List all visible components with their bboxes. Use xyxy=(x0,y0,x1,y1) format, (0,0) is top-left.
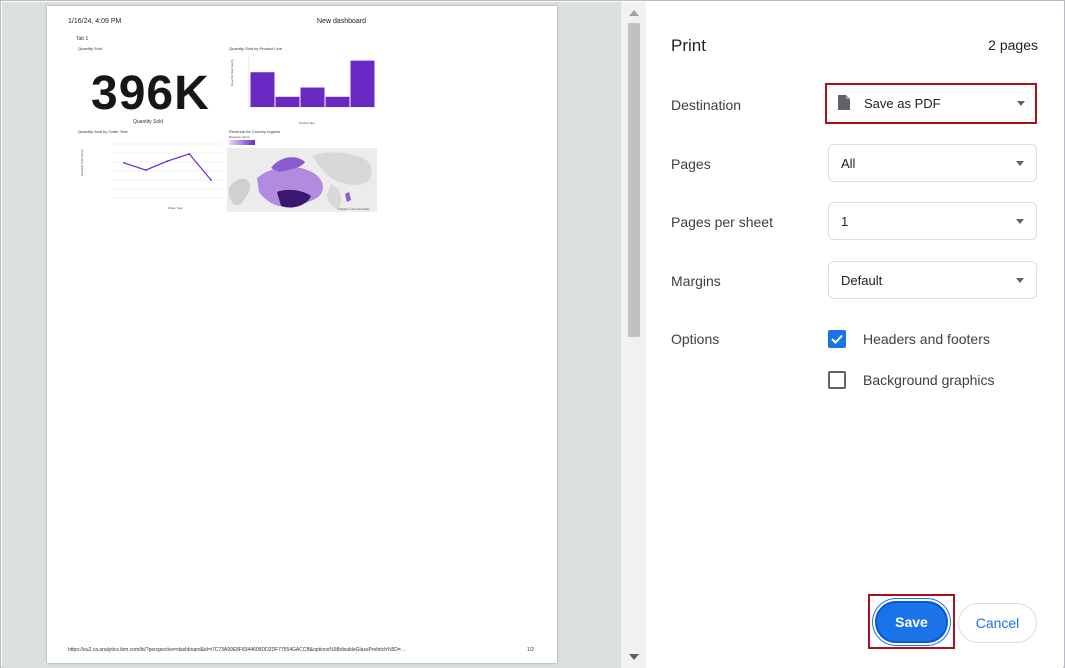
print-settings-panel: Print 2 pages Destination Save as PDF Pa… xyxy=(646,2,1063,668)
preview-header-title: New dashboard xyxy=(317,18,367,25)
pages-per-sheet-label: Pages per sheet xyxy=(671,214,773,230)
cancel-button[interactable]: Cancel xyxy=(958,603,1037,643)
chevron-down-icon xyxy=(1016,219,1024,224)
print-dialog: 1/16/24, 4:09 PM New dashboard Tab 1 Qua… xyxy=(0,0,1065,668)
map-tile-title: Revenue for Country regions xyxy=(229,129,281,134)
destination-highlight-box xyxy=(825,83,1037,124)
margins-value: Default xyxy=(841,273,883,288)
options-label: Options xyxy=(671,331,720,347)
map-legend-label: Revenue (sum) xyxy=(229,135,250,139)
scroll-down-arrow-icon[interactable] xyxy=(629,654,639,660)
line-point-0 xyxy=(123,162,125,164)
kpi-tile-title: Quantity Sold xyxy=(78,46,103,51)
pages-value: All xyxy=(841,156,856,171)
bar-3 xyxy=(325,96,350,107)
margins-label: Margins xyxy=(671,273,721,289)
preview-footer-page: 1/2 xyxy=(527,647,534,653)
line-chart: Quantity Sold (sum) Order Year xyxy=(80,143,223,210)
line-tile-title: Quantity Sold by Order Year xyxy=(78,129,128,134)
bar-4 xyxy=(350,60,375,107)
pages-select[interactable]: All xyxy=(828,144,1037,182)
choropleth-map: © Mapbox © OpenStreetMap xyxy=(227,148,377,212)
checkmark-icon xyxy=(831,334,843,344)
print-title: Print xyxy=(671,36,706,55)
map-attribution: © Mapbox © OpenStreetMap xyxy=(337,208,370,211)
line-series xyxy=(123,153,212,181)
line-point-2 xyxy=(166,160,169,162)
background-graphics-checkbox[interactable] xyxy=(828,371,846,389)
scroll-up-arrow-icon[interactable] xyxy=(629,10,639,16)
preview-page: 1/16/24, 4:09 PM New dashboard Tab 1 Qua… xyxy=(47,6,557,663)
preview-tab-label: Tab 1 xyxy=(76,36,89,42)
map-legend-gradient xyxy=(229,140,255,145)
print-preview-area: 1/16/24, 4:09 PM New dashboard Tab 1 Qua… xyxy=(2,2,621,668)
bar-tile-title: Quantity Sold by Product Line xyxy=(229,46,282,51)
line-ylabel: Quantity Sold (sum) xyxy=(80,149,84,176)
chevron-down-icon xyxy=(1016,161,1024,166)
save-button[interactable]: Save xyxy=(875,601,948,643)
scroll-thumb[interactable] xyxy=(628,23,640,337)
pages-per-sheet-select[interactable]: 1 xyxy=(828,202,1037,240)
bar-ylabel: Quantity Sold (sum) xyxy=(230,59,234,86)
background-graphics-label: Background graphics xyxy=(863,372,995,388)
chevron-down-icon xyxy=(1016,278,1024,283)
line-xlabel: Order Year xyxy=(168,206,183,210)
preview-footer-url: https://eu2.ca.analytics.ibm.com/bi/?per… xyxy=(68,647,405,653)
headers-footers-label: Headers and footers xyxy=(863,331,990,347)
pages-label: Pages xyxy=(671,156,711,172)
preview-header-datetime: 1/16/24, 4:09 PM xyxy=(68,18,122,25)
kpi-value: 396K xyxy=(91,67,210,120)
kpi-caption: Quantity Sold xyxy=(133,119,164,125)
pages-per-sheet-value: 1 xyxy=(841,214,849,229)
line-point-4 xyxy=(210,179,212,181)
headers-footers-checkbox[interactable] xyxy=(828,330,846,348)
bar-0 xyxy=(250,72,275,107)
line-point-3 xyxy=(188,153,191,155)
preview-scrollbar[interactable] xyxy=(621,2,646,668)
bar-1 xyxy=(275,96,300,107)
bar-chart: Quantity Sold (sum) Product line xyxy=(230,56,375,125)
margins-select[interactable]: Default xyxy=(828,261,1037,299)
bar-xlabel: Product line xyxy=(299,121,315,125)
destination-label: Destination xyxy=(671,97,742,113)
page-count: 2 pages xyxy=(988,37,1038,53)
bar-2 xyxy=(300,87,325,107)
line-point-1 xyxy=(144,169,147,171)
